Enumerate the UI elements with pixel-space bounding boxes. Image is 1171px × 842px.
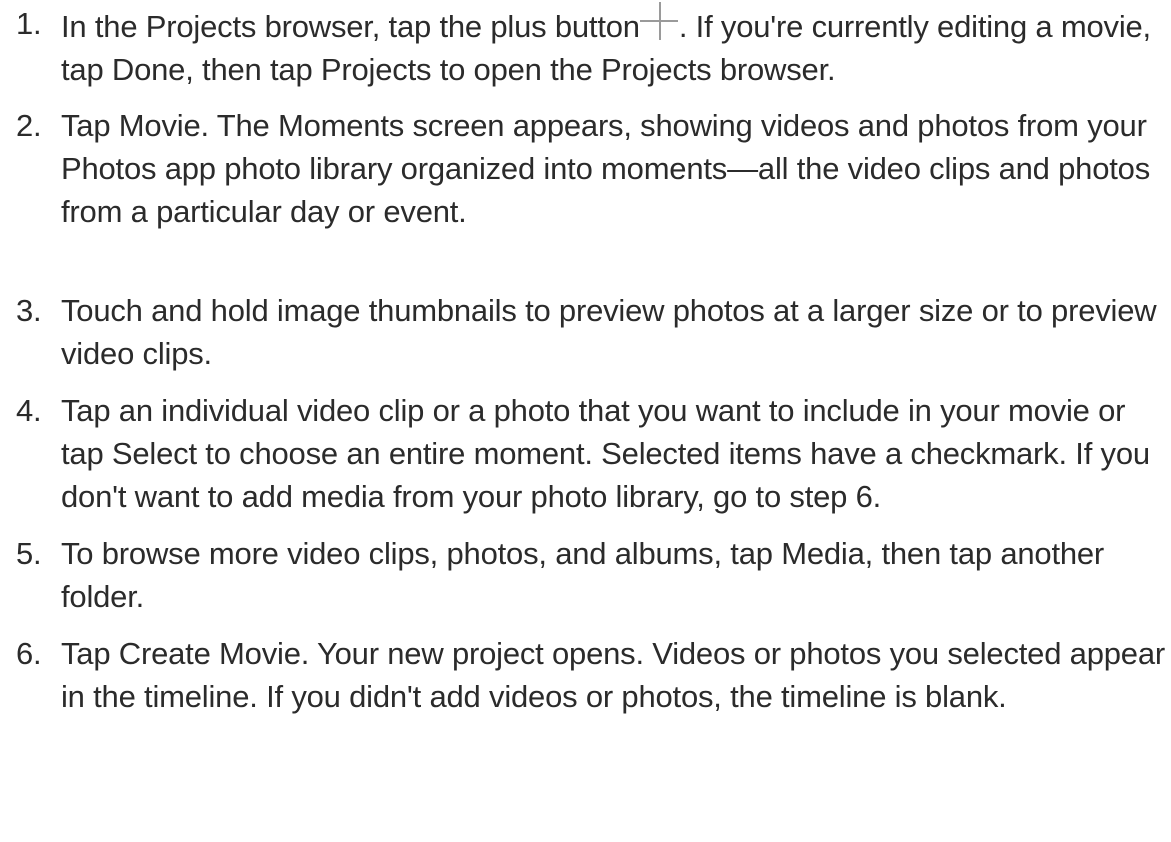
step-text: To browse more video clips, photos, and … bbox=[61, 536, 1105, 614]
step-number: 2. bbox=[16, 108, 42, 143]
step-2: 2. Tap Movie. The Moments screen appears… bbox=[0, 104, 1171, 233]
step-number: 4. bbox=[16, 393, 42, 428]
step-number: 6. bbox=[16, 636, 42, 671]
step-text: Tap Create Movie. Your new project opens… bbox=[61, 636, 1165, 714]
step-number: 5. bbox=[16, 536, 42, 571]
step-text: Tap an individual video clip or a photo … bbox=[61, 393, 1150, 514]
step-number: 1. bbox=[16, 6, 42, 41]
step-number: 3. bbox=[16, 293, 42, 328]
step-text: Touch and hold image thumbnails to previ… bbox=[61, 293, 1157, 371]
step-6: 6. Tap Create Movie. Your new project op… bbox=[0, 632, 1171, 718]
instruction-list: 1. In the Projects browser, tap the plus… bbox=[0, 2, 1171, 718]
step-4: 4. Tap an individual video clip or a pho… bbox=[0, 389, 1171, 518]
step-text: Tap Movie. The Moments screen appears, s… bbox=[61, 108, 1151, 229]
step-text-part1: In the Projects browser, tap the plus bu… bbox=[61, 9, 640, 44]
step-1: 1. In the Projects browser, tap the plus… bbox=[0, 2, 1171, 91]
plus-icon bbox=[639, 2, 678, 40]
step-5: 5. To browse more video clips, photos, a… bbox=[0, 532, 1171, 618]
step-3: 3. Touch and hold image thumbnails to pr… bbox=[0, 289, 1171, 375]
